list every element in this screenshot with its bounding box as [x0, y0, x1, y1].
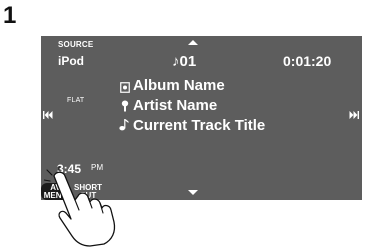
artist-name: Artist Name: [133, 97, 218, 114]
pointing-hand-icon: [44, 166, 116, 247]
music-note-icon: [119, 118, 129, 136]
album-icon: [120, 80, 130, 98]
scroll-down-arrow[interactable]: [188, 190, 198, 195]
step-number: 1: [3, 2, 17, 29]
next-track-button[interactable]: [349, 111, 359, 121]
scroll-up-arrow[interactable]: [188, 40, 198, 45]
artist-icon: [121, 99, 129, 117]
elapsed-time: 0:01:20: [283, 53, 332, 69]
track-number: ♪01: [172, 53, 197, 70]
album-name: Album Name: [133, 77, 225, 94]
previous-track-button[interactable]: [43, 111, 53, 121]
track-title: Current Track Title: [133, 117, 266, 134]
source-value[interactable]: iPod: [58, 54, 84, 68]
source-label: SOURCE: [58, 40, 94, 49]
eq-mode: FLAT: [67, 97, 85, 104]
